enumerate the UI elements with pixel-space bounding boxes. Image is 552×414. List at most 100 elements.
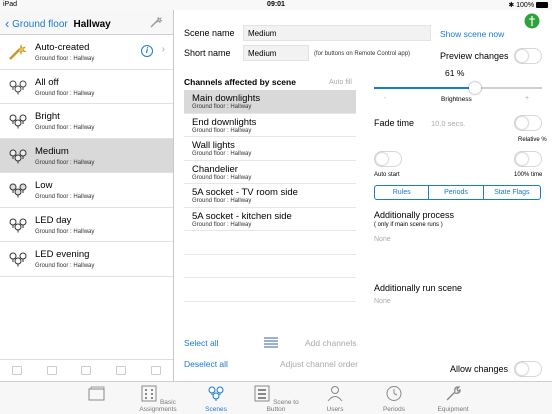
user-icon	[327, 386, 343, 402]
channel-row-socket-tv-room[interactable]: 5A socket - TV room side Ground floor : …	[184, 184, 356, 208]
info-icon[interactable]: i	[141, 45, 153, 57]
relative-percent-label: Relative %	[518, 137, 547, 143]
segment-periods[interactable]: Periods	[429, 186, 484, 199]
fade-time-toggle[interactable]	[514, 115, 542, 131]
battery-icon	[536, 2, 548, 9]
channel-row-end-downlights[interactable]: End downlights Ground floor : Hallway	[184, 114, 356, 137]
bulbs-led-icon	[9, 218, 27, 232]
tab-label: Equipment	[437, 406, 469, 413]
channel-row-chandelier[interactable]: Chandelier Ground floor : Hallway	[184, 161, 356, 184]
bulbs-bright-icon	[9, 114, 27, 129]
hundred-percent-time-label: 100% time	[514, 172, 543, 178]
preview-changes-label: Preview changes	[440, 51, 509, 61]
list-toolbar	[0, 359, 173, 381]
select-all-button[interactable]: Select all	[184, 338, 219, 348]
bulbs-medium-icon	[9, 149, 27, 163]
channel-row-wall-lights[interactable]: Wall lights Ground floor : Hallway	[184, 137, 356, 161]
hundred-percent-time-toggle[interactable]	[514, 151, 542, 167]
duplicate-icon[interactable]	[116, 366, 127, 375]
scene-row-all-off[interactable]: All off Ground floor : Hallway	[0, 70, 173, 104]
deselect-all-button[interactable]: Deselect all	[184, 359, 228, 369]
brightness-slider[interactable]	[374, 82, 542, 94]
add-icon[interactable]	[81, 366, 92, 375]
additional-process-none[interactable]: None	[374, 236, 391, 243]
tab-bar: Basic Assignments Scenes Scene to Button…	[0, 381, 552, 414]
scene-row-auto-created[interactable]: Auto-created Ground floor : Hallway i ›	[0, 35, 173, 70]
scene-row-bright[interactable]: Bright Ground floor : Hallway	[0, 104, 173, 139]
scene-name: Medium	[35, 145, 69, 157]
back-label: Ground floor	[12, 19, 68, 30]
channel-location: Ground floor : Hallway	[192, 198, 252, 204]
channel-row-empty	[184, 278, 356, 302]
rules-segmented-control: Rules Periods State Flags	[374, 185, 541, 200]
chevron-left-icon: ‹	[5, 16, 10, 31]
additional-run-scene-none[interactable]: None	[374, 298, 391, 305]
channel-name: Main downlights	[192, 93, 261, 104]
scene-list-panel: ‹ Ground floor Hallway Auto-created Grou…	[0, 10, 174, 381]
brightness-label: Brightness	[441, 96, 472, 103]
channel-row-main-downlights[interactable]: Main downlights Ground floor : Hallway	[184, 90, 356, 114]
scene-row-low[interactable]: Low Ground floor : Hallway	[0, 173, 173, 208]
back-button[interactable]: ‹ Ground floor Hallway	[5, 15, 111, 31]
magic-wand-icon[interactable]	[149, 16, 163, 28]
scene-row-led-evening[interactable]: LED evening Ground floor : Hallway	[0, 242, 173, 277]
list-icon[interactable]	[263, 337, 279, 348]
channels-header: Channels affected by scene	[184, 77, 296, 87]
fade-time-label: Fade time	[374, 118, 415, 128]
tab-basic-assignments[interactable]: Basic Assignments	[128, 385, 188, 413]
scene-row-medium[interactable]: Medium Ground floor : Hallway	[0, 138, 173, 173]
tab-scenes[interactable]: Scenes	[196, 385, 236, 413]
channel-row-socket-kitchen[interactable]: 5A socket - kitchen side Ground floor : …	[184, 208, 356, 231]
allow-changes-toggle[interactable]	[514, 361, 542, 377]
chevron-right-icon: ›	[161, 44, 165, 55]
channel-row-empty	[184, 231, 356, 255]
fade-time-value[interactable]: 10.0 secs.	[431, 119, 465, 128]
scene-name: Auto-created	[35, 42, 90, 53]
channel-location: Ground floor : Hallway	[192, 174, 252, 181]
scene-row-led-day[interactable]: LED day Ground floor : Hallway	[0, 208, 173, 242]
channel-location: Ground floor : Hallway	[192, 104, 252, 110]
short-name-field[interactable]: Medium	[243, 45, 309, 61]
additional-run-scene-title: Additionally run scene	[374, 283, 463, 293]
tab-folders[interactable]	[85, 385, 109, 406]
scene-location: Ground floor : Hallway	[35, 56, 95, 62]
bulbs-off-icon	[9, 80, 27, 94]
edit-icon[interactable]	[46, 366, 57, 375]
tab-users[interactable]: Users	[318, 385, 352, 413]
tab-equipment[interactable]: Equipment	[430, 385, 476, 413]
channel-name: End downlights	[192, 116, 257, 128]
list-icon[interactable]	[12, 366, 23, 375]
battery-percent: 100%	[516, 2, 535, 9]
channel-location: Ground floor : Hallway	[192, 151, 252, 157]
tab-periods[interactable]: Periods	[376, 385, 412, 413]
scene-name-field[interactable]: Medium	[243, 25, 431, 41]
channel-list: Main downlights Ground floor : Hallway E…	[184, 90, 356, 330]
show-scene-now-button[interactable]: Show scene now	[440, 29, 504, 39]
scene-location: Ground floor : Hallway	[35, 263, 95, 269]
additional-process-subtitle: ( only if main scene runs )	[374, 222, 443, 228]
scene-name: LED evening	[35, 249, 90, 260]
bluetooth-icon: ✱	[508, 2, 515, 9]
folders-icon	[88, 386, 105, 401]
status-indicator-icon	[524, 13, 540, 29]
export-icon[interactable]	[150, 366, 161, 375]
preview-changes-toggle[interactable]	[514, 48, 542, 64]
auto-start-label: Auto start	[374, 172, 400, 178]
auto-start-toggle[interactable]	[374, 151, 402, 167]
brightness-plus: +	[525, 95, 530, 102]
scene-name: Bright	[35, 111, 60, 122]
short-name-hint: (for buttons on Remote Control app)	[314, 51, 411, 57]
segment-state-flags[interactable]: State Flags	[484, 186, 540, 199]
adjust-channel-order-button[interactable]: Adjust channel order	[280, 359, 358, 369]
tab-label: Scenes	[205, 406, 227, 413]
add-channels-button[interactable]: Add channels	[305, 338, 357, 348]
scenes-icon	[208, 386, 224, 401]
scene-name: LED day	[35, 214, 72, 226]
auto-fill-button[interactable]: Auto fill	[329, 79, 352, 86]
segment-rules[interactable]: Rules	[375, 186, 430, 199]
additional-process-title: Additionally process	[374, 210, 455, 220]
tab-label: Periods	[382, 406, 406, 413]
bulbs-led-icon	[9, 252, 27, 267]
tab-scene-to-button[interactable]: Scene to Button	[250, 385, 302, 413]
tab-label: Users	[326, 406, 344, 413]
